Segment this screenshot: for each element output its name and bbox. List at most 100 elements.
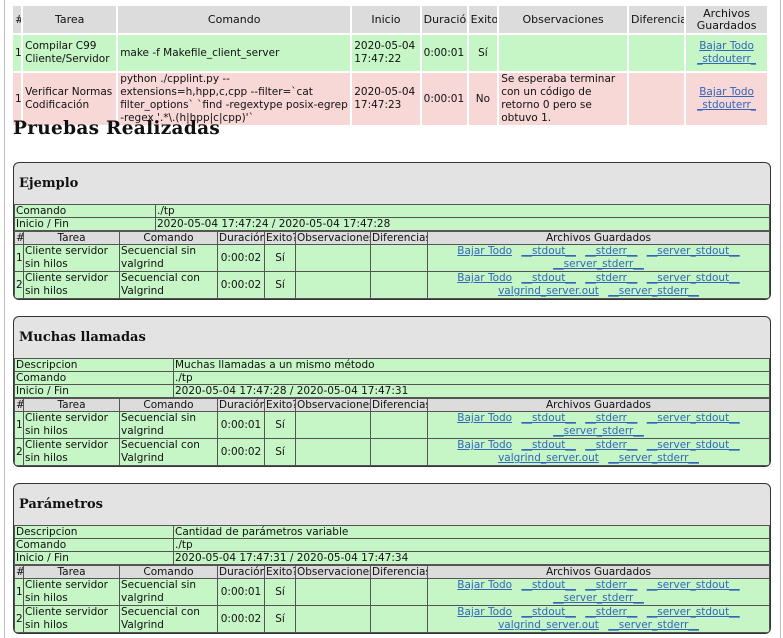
- saved-file-link[interactable]: __server_stderr__: [553, 592, 644, 604]
- saved-file-link[interactable]: __server_stderr__: [608, 285, 699, 297]
- saved-file-link[interactable]: valgrind_server.out: [498, 285, 599, 297]
- saved-file-link[interactable]: __stderr__: [585, 413, 637, 425]
- meta-row: Inicio / Fin 2020-05-04 17:47:31 / 2020-0…: [14, 551, 770, 565]
- run-observations: [295, 244, 371, 272]
- run-success: Sí: [264, 411, 296, 439]
- run-num: 1: [14, 411, 24, 439]
- saved-file-link[interactable]: __stderr__: [585, 580, 637, 592]
- run-row: 1 Cliente servidor sin hilos Secuencial si…: [14, 578, 770, 606]
- saved-file-link[interactable]: __stdout__: [521, 607, 575, 619]
- test-section: Ejemplo Comando ./tp Inicio / Fin 2020-05-04…: [13, 162, 771, 300]
- row-observations: Se esperaba terminar con un código de re…: [499, 73, 627, 125]
- run-command: Secuencial sin valgrind: [119, 578, 218, 606]
- saved-file-link[interactable]: __server_stdout__: [647, 580, 740, 592]
- summary-col-command: Comando: [118, 6, 351, 33]
- test-section: Muchas llamadas Descripcion Muchas llamada…: [13, 316, 771, 467]
- saved-file-link[interactable]: __stdout__: [521, 273, 575, 285]
- summary-col-duration: Duración: [421, 6, 467, 33]
- saved-file-link[interactable]: __server_stderr__: [553, 425, 644, 437]
- meta-value: 2020-05-04 17:47:31 / 2020-05-04 17:47:3…: [173, 551, 770, 565]
- runs-header-cell: Archivos Guardados: [427, 398, 770, 412]
- runs-header-cell: Duración: [217, 398, 265, 412]
- test-runs-table: #TareaComandoDuraciónExito?Observaciones…: [14, 231, 770, 299]
- runs-header-row: #TareaComandoDuraciónExito?Observaciones…: [14, 398, 770, 412]
- saved-file-link[interactable]: __stderr__: [585, 273, 637, 285]
- saved-file-link[interactable]: __stderr__: [585, 607, 637, 619]
- runs-header-cell: Exito?: [264, 231, 296, 245]
- run-success: Sí: [264, 438, 296, 466]
- download-all-link[interactable]: Bajar Todo: [699, 86, 754, 98]
- test-meta-table: Comando ./tp Inicio / Fin 2020-05-04 17:47:…: [14, 204, 770, 231]
- runs-header-row: #TareaComandoDuraciónExito?Observaciones…: [14, 231, 770, 245]
- download-all-link[interactable]: Bajar Todo: [457, 440, 512, 452]
- page-title: Pruebas Realizadas: [13, 118, 221, 139]
- run-files: Bajar Todo __stdout__ __stderr__ __serve…: [427, 271, 770, 299]
- download-all-link[interactable]: Bajar Todo: [457, 580, 512, 592]
- run-num: 1: [14, 578, 24, 606]
- row-differences: [629, 73, 685, 125]
- saved-file-link[interactable]: __server_stderr__: [608, 619, 699, 631]
- test-section-title: Muchas llamadas: [19, 330, 146, 345]
- run-duration: 0:00:02: [217, 271, 265, 299]
- saved-file-link[interactable]: __stderr__: [585, 440, 637, 452]
- runs-header-cell: Observaciones: [295, 565, 371, 579]
- meta-value: ./tp: [155, 204, 770, 218]
- test-section: Parámetros Descripcion Cantidad de parámet…: [13, 483, 771, 634]
- summary-col-success: Exito?: [468, 6, 498, 33]
- runs-header-cell: Diferencias: [370, 231, 428, 245]
- row-start: 2020-05-04 17:47:23: [352, 73, 420, 125]
- download-all-link[interactable]: Bajar Todo: [457, 607, 512, 619]
- row-files: Bajar Todo _stdouterr_: [686, 35, 767, 71]
- run-duration: 0:00:01: [217, 578, 265, 606]
- saved-file-link[interactable]: __server_stdout__: [647, 607, 740, 619]
- download-all-link[interactable]: Bajar Todo: [457, 413, 512, 425]
- saved-file-link[interactable]: valgrind_server.out: [498, 452, 599, 464]
- run-command: Secuencial con Valgrind: [119, 271, 218, 299]
- saved-file-link[interactable]: __stderr__: [585, 246, 637, 258]
- download-all-link[interactable]: Bajar Todo: [457, 273, 512, 285]
- run-duration: 0:00:02: [217, 605, 265, 633]
- runs-header-cell: Tarea: [23, 231, 120, 245]
- summary-row-pass: 1 Compilar C99 Cliente/Servidor make -f …: [13, 35, 767, 71]
- saved-file-link[interactable]: __server_stdout__: [647, 440, 740, 452]
- saved-file-link[interactable]: __stdout__: [521, 440, 575, 452]
- test-section-title: Parámetros: [19, 497, 103, 512]
- test-section-title: Ejemplo: [19, 176, 79, 191]
- meta-label: Inicio / Fin: [14, 217, 156, 231]
- run-num: 2: [14, 605, 24, 633]
- summary-table: # Tarea Comando Inicio Duración Exito? O…: [11, 4, 769, 127]
- row-num: 1: [13, 35, 22, 71]
- run-observations: [295, 438, 371, 466]
- runs-header-cell: Comando: [119, 565, 218, 579]
- runs-header-cell: #: [14, 231, 24, 245]
- runs-header-cell: #: [14, 398, 24, 412]
- run-files: Bajar Todo __stdout__ __stderr__ __serve…: [427, 411, 770, 439]
- run-differences: [370, 578, 428, 606]
- saved-file-link[interactable]: __server_stdout__: [647, 413, 740, 425]
- saved-file-link[interactable]: __server_stdout__: [647, 273, 740, 285]
- stdouterr-link[interactable]: _stdouterr_: [697, 99, 756, 111]
- run-files: Bajar Todo __stdout__ __stderr__ __serve…: [427, 438, 770, 466]
- saved-file-link[interactable]: __stdout__: [521, 580, 575, 592]
- row-duration: 0:00:01: [421, 73, 467, 125]
- run-observations: [295, 411, 371, 439]
- runs-header-cell: Tarea: [23, 565, 120, 579]
- saved-file-link[interactable]: valgrind_server.out: [498, 619, 599, 631]
- saved-file-link[interactable]: __server_stderr__: [608, 452, 699, 464]
- runs-header-cell: Exito?: [264, 565, 296, 579]
- run-command: Secuencial con Valgrind: [119, 438, 218, 466]
- saved-file-link[interactable]: __stdout__: [521, 413, 575, 425]
- saved-file-link[interactable]: __server_stderr__: [553, 258, 644, 270]
- test-meta-table: Descripcion Cantidad de parámetros variab…: [14, 525, 770, 565]
- saved-file-link[interactable]: __stdout__: [521, 246, 575, 258]
- summary-col-differences: Diferencias: [629, 6, 685, 33]
- saved-file-link[interactable]: __server_stdout__: [647, 246, 740, 258]
- download-all-link[interactable]: Bajar Todo: [699, 40, 754, 52]
- runs-header-cell: Duración: [217, 565, 265, 579]
- stdouterr-link[interactable]: _stdouterr_: [697, 53, 756, 65]
- run-row: 1 Cliente servidor sin hilos Secuencial si…: [14, 244, 770, 272]
- run-observations: [295, 605, 371, 633]
- run-command: Secuencial sin valgrind: [119, 411, 218, 439]
- runs-header-cell: Comando: [119, 231, 218, 245]
- download-all-link[interactable]: Bajar Todo: [457, 246, 512, 258]
